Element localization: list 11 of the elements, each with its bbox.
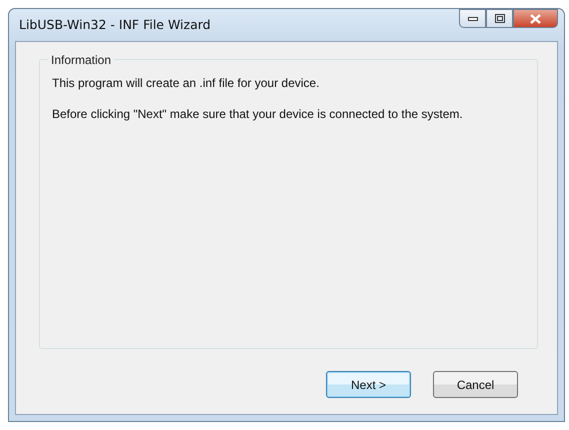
maximize-button[interactable] (486, 9, 513, 28)
dialog-button[interactable]: Cancel (433, 371, 518, 398)
minimize-icon (468, 16, 478, 20)
close-icon (530, 14, 541, 24)
maximize-icon (494, 14, 504, 23)
window-title: LibUSB-Win32 - INF File Wizard (18, 16, 211, 34)
close-button[interactable] (513, 9, 558, 28)
info-text: This program will create an .inf file for your device. (52, 75, 320, 92)
dialog-button[interactable]: Next > (326, 371, 411, 398)
info-text: Before clicking "Next" make sure that your device is connected to the system. (52, 106, 464, 123)
minimize-button[interactable] (459, 9, 486, 28)
